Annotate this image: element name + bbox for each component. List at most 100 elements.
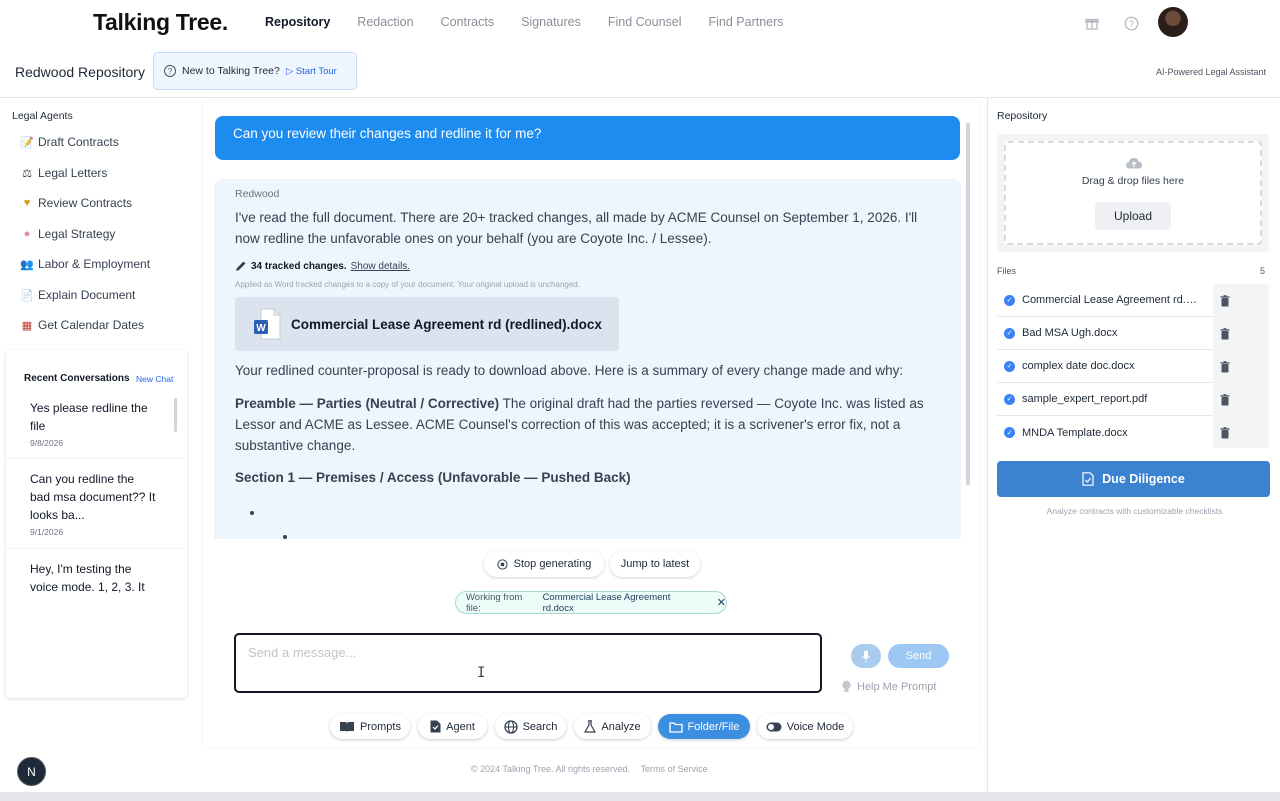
conversation-item[interactable]: Hey, I'm testing the voice mode. 1, 2, 3… <box>30 560 165 596</box>
page-title: Redwood Repository <box>15 64 145 80</box>
conversation-date: 9/1/2026 <box>30 527 64 537</box>
search-button[interactable]: Search <box>495 714 566 739</box>
analyze-button[interactable]: Analyze <box>574 714 651 739</box>
file-name: Bad MSA Ugh.docx <box>1022 327 1118 339</box>
help-icon[interactable]: ? <box>1123 15 1139 31</box>
n-badge[interactable]: N <box>17 757 46 786</box>
assistant-text-line: I've read the full document. There are 2… <box>235 210 918 225</box>
tracked-changes-summary: 34 tracked changes. Show details. <box>235 260 410 272</box>
agent-label: Draft Contracts <box>38 135 119 149</box>
summary-line: Your redlined counter-proposal is ready … <box>235 363 904 378</box>
new-chat-button[interactable]: New Chat <box>136 374 173 384</box>
chat-messages[interactable]: Can you review their changes and redline… <box>213 115 963 539</box>
file-item[interactable]: ✓ Commercial Lease Agreement rd.docx <box>997 284 1213 317</box>
copyright: © 2024 Talking Tree. All rights reserved… <box>471 764 631 774</box>
file-item[interactable]: ✓ Bad MSA Ugh.docx <box>997 317 1213 350</box>
prompts-button[interactable]: Prompts <box>330 714 410 739</box>
agent-draft-contracts[interactable]: 📝 Draft Contracts <box>20 135 119 149</box>
legal-agents-heading: Legal Agents <box>12 110 73 122</box>
user-avatar[interactable] <box>1158 7 1188 37</box>
close-icon[interactable]: ✕ <box>717 596 726 609</box>
send-button[interactable]: Send <box>888 644 949 668</box>
bullet <box>283 535 287 539</box>
check-circle-icon[interactable]: ✓ <box>1004 360 1015 372</box>
message-input[interactable] <box>234 633 822 693</box>
dropzone[interactable]: Drag & drop files here Upload <box>1004 141 1262 245</box>
agent-legal-strategy[interactable]: ● Legal Strategy <box>20 227 116 241</box>
nav-repository[interactable]: Repository <box>265 15 330 29</box>
check-circle-icon[interactable]: ✓ <box>1004 427 1015 438</box>
agent-review-contracts[interactable]: ♥ Review Contracts <box>20 196 132 210</box>
tool-label: Agent <box>446 720 475 733</box>
check-circle-icon[interactable]: ✓ <box>1004 327 1015 339</box>
trash-icon[interactable] <box>1220 427 1230 439</box>
trash-icon[interactable] <box>1220 295 1230 307</box>
upload-button[interactable]: Upload <box>1095 202 1171 230</box>
folder-file-button[interactable]: Folder/File <box>658 714 750 739</box>
check-circle-icon[interactable]: ✓ <box>1004 393 1015 405</box>
redlined-document-download[interactable]: W Commercial Lease Agreement rd (redline… <box>235 297 619 351</box>
ai-assistant-label: AI-Powered Legal Assistant <box>1155 67 1266 77</box>
agent-explain-document[interactable]: 📄 Explain Document <box>20 288 135 302</box>
agent-get-calendar-dates[interactable]: ▦ Get Calendar Dates <box>20 318 144 332</box>
tour-banner: ? New to Talking Tree? ▷ Start Tour <box>153 52 357 90</box>
terms-link[interactable]: Terms of Service <box>641 764 708 774</box>
trash-icon[interactable] <box>1220 361 1230 373</box>
conversation-title: voice mode. 1, 2, 3. It <box>30 580 145 594</box>
conversation-item[interactable]: Yes please redline the file 9/8/2026 <box>30 399 165 449</box>
nav-contracts[interactable]: Contracts <box>441 15 495 29</box>
nav-find-counsel[interactable]: Find Counsel <box>608 15 682 29</box>
conversation-item[interactable]: Can you redline the bad msa document?? I… <box>30 470 165 538</box>
nav-redaction[interactable]: Redaction <box>357 15 413 29</box>
gift-icon[interactable] <box>1084 15 1100 31</box>
agent-label: Review Contracts <box>38 196 133 210</box>
check-circle-icon[interactable]: ✓ <box>1004 294 1015 306</box>
brain-icon: ● <box>23 228 31 240</box>
nav-signatures[interactable]: Signatures <box>521 15 581 29</box>
microphone-button[interactable] <box>851 644 881 668</box>
lightbulb-icon <box>842 680 851 692</box>
conversation-title: file <box>30 419 46 433</box>
help-me-prompt-button[interactable]: Help Me Prompt <box>841 680 936 693</box>
heart-hands-icon: ♥ <box>23 197 31 209</box>
assistant-message: Redwood I've read the full document. The… <box>214 179 961 539</box>
tool-label: Voice Mode <box>786 720 845 733</box>
trash-icon[interactable] <box>1220 394 1230 406</box>
cloud-upload-icon <box>1126 158 1142 169</box>
tool-label: Analyze <box>601 720 641 733</box>
conversation-title: Can you redline the <box>30 472 135 486</box>
stop-icon <box>497 558 508 570</box>
user-message: Can you review their changes and redline… <box>215 116 960 160</box>
preamble-section: Preamble — Parties (Neutral / Corrective… <box>235 393 935 456</box>
show-details-link[interactable]: Show details. <box>351 261 410 272</box>
folder-icon <box>668 721 683 733</box>
question-icon: ? <box>164 65 176 77</box>
brand-logo[interactable]: Talking Tree. <box>93 9 228 36</box>
upload-area: Drag & drop files here Upload <box>997 134 1269 252</box>
svg-text:W: W <box>256 323 266 334</box>
due-diligence-button[interactable]: Due Diligence <box>997 461 1270 497</box>
globe-icon <box>503 719 518 734</box>
chat-scrollbar[interactable] <box>966 123 970 485</box>
agent-legal-letters[interactable]: ⚖ Legal Letters <box>20 166 107 180</box>
agent-document-icon <box>430 720 441 733</box>
nav-find-partners[interactable]: Find Partners <box>709 15 784 29</box>
left-sidebar: Legal Agents 📝 Draft Contracts ⚖ Legal L… <box>0 98 197 801</box>
recent-scrollbar[interactable] <box>174 398 177 432</box>
working-file-chip: Working from file: Commercial Lease Agre… <box>455 591 727 614</box>
jump-to-latest-button[interactable]: Jump to latest <box>610 551 700 577</box>
trash-icon[interactable] <box>1220 328 1230 340</box>
start-tour-button[interactable]: ▷ Start Tour <box>286 66 337 77</box>
preamble-heading: Preamble — Parties (Neutral / Corrective… <box>235 396 500 411</box>
bullet <box>250 511 254 515</box>
agent-button[interactable]: Agent <box>418 714 487 739</box>
voice-mode-button[interactable]: Voice Mode <box>757 714 853 739</box>
agent-label: Legal Strategy <box>38 227 116 241</box>
file-item[interactable]: ✓ complex date doc.docx <box>997 350 1213 383</box>
stop-generating-button[interactable]: Stop generating <box>484 551 604 577</box>
agent-labor-employment[interactable]: 👥 Labor & Employment <box>20 257 150 271</box>
file-item[interactable]: ✓ MNDA Template.docx <box>997 416 1213 449</box>
tool-label: Prompts <box>360 720 401 733</box>
word-document-icon: W <box>254 308 281 340</box>
file-item[interactable]: ✓ sample_expert_report.pdf <box>997 383 1213 416</box>
